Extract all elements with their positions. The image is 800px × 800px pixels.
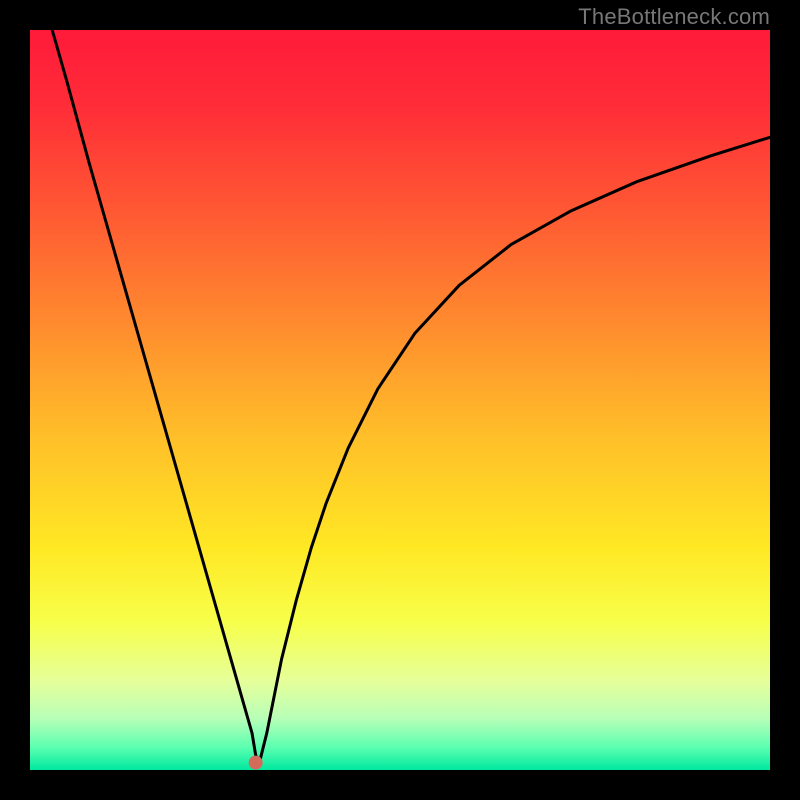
plot-area	[30, 30, 770, 770]
optimum-marker	[249, 756, 263, 770]
curve-layer	[30, 30, 770, 770]
watermark-text: TheBottleneck.com	[578, 4, 770, 30]
bottleneck-curve	[52, 30, 770, 763]
chart-frame: TheBottleneck.com	[0, 0, 800, 800]
